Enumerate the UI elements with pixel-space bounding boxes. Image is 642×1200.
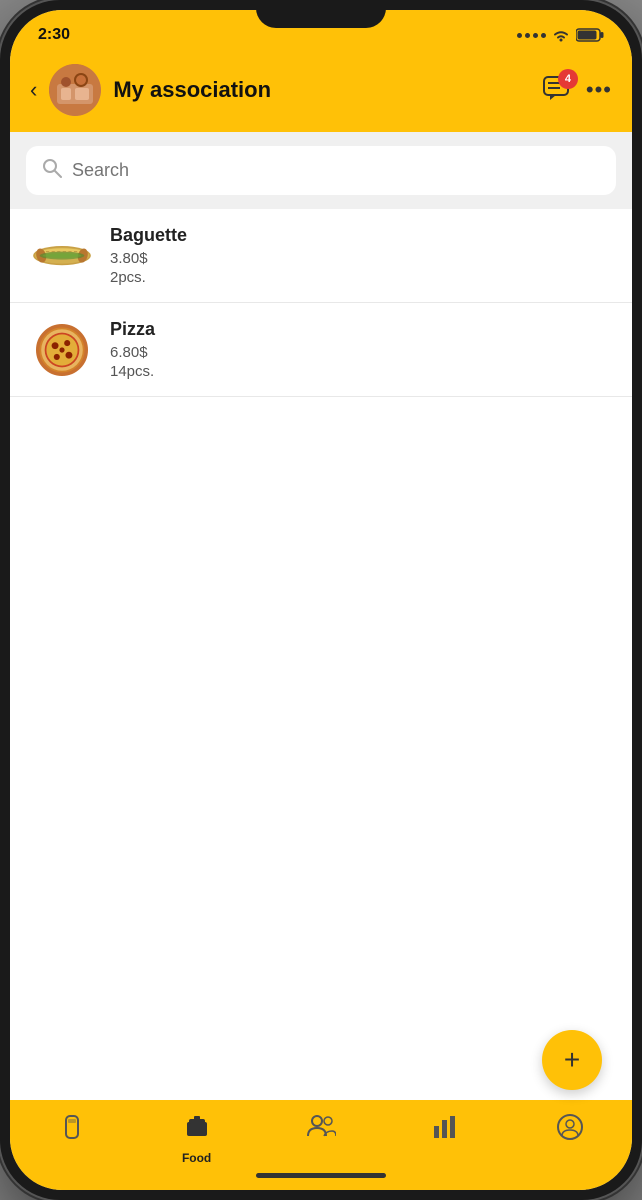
battery-icon	[576, 28, 604, 42]
nav-item-stats[interactable]	[383, 1110, 507, 1145]
search-bar	[26, 146, 616, 195]
account-icon	[557, 1114, 583, 1147]
food-item-baguette[interactable]: Baguette 3.80$ 2pcs.	[10, 209, 632, 303]
people-icon	[306, 1114, 336, 1145]
food-item-pizza[interactable]: Pizza 6.80$ 14pcs.	[10, 303, 632, 397]
food-qty-baguette: 2pcs.	[110, 269, 612, 286]
food-image-pizza	[30, 326, 94, 374]
food-name-baguette: Baguette	[110, 225, 612, 246]
food-price-pizza: 6.80$	[110, 344, 612, 361]
home-indicator	[256, 1173, 386, 1178]
food-qty-pizza: 14pcs.	[110, 363, 612, 380]
notification-badge: 4	[558, 69, 578, 89]
phone-frame: 2:30	[0, 0, 642, 1200]
add-icon: +	[564, 1044, 580, 1076]
stats-icon	[432, 1114, 458, 1145]
search-container	[10, 132, 632, 209]
food-name-pizza: Pizza	[110, 319, 612, 340]
back-button[interactable]: ‹	[30, 77, 37, 103]
nav-item-drinks[interactable]	[10, 1110, 134, 1149]
food-info-baguette: Baguette 3.80$ 2pcs.	[110, 225, 612, 286]
drinks-icon	[60, 1114, 84, 1149]
avatar	[49, 64, 101, 116]
status-time: 2:30	[38, 26, 70, 44]
food-nav-label: Food	[182, 1151, 211, 1165]
baguette-icon	[30, 240, 94, 272]
food-price-baguette: 3.80$	[110, 250, 612, 267]
food-icon	[183, 1114, 211, 1147]
notifications-button[interactable]: 4	[542, 75, 570, 106]
nav-item-account[interactable]	[508, 1110, 632, 1147]
header: ‹ My association	[10, 54, 632, 132]
wifi-icon	[552, 28, 570, 42]
header-title: My association	[113, 77, 530, 103]
nav-item-people[interactable]	[259, 1110, 383, 1145]
nav-item-food[interactable]: Food	[134, 1110, 258, 1165]
add-button[interactable]: +	[542, 1030, 602, 1090]
food-image-baguette	[30, 232, 94, 280]
screen: 2:30	[10, 10, 632, 1190]
pizza-icon	[36, 324, 88, 376]
items-list: Baguette 3.80$ 2pcs.	[10, 209, 632, 1100]
search-icon	[42, 158, 62, 183]
notch	[256, 0, 386, 28]
avatar-image	[49, 64, 101, 116]
status-icons	[517, 28, 604, 42]
signal-icon	[517, 33, 546, 38]
header-actions: 4 •••	[542, 75, 612, 106]
food-info-pizza: Pizza 6.80$ 14pcs.	[110, 319, 612, 380]
content: Baguette 3.80$ 2pcs.	[10, 132, 632, 1100]
search-input[interactable]	[72, 160, 600, 181]
more-button[interactable]: •••	[586, 77, 612, 103]
